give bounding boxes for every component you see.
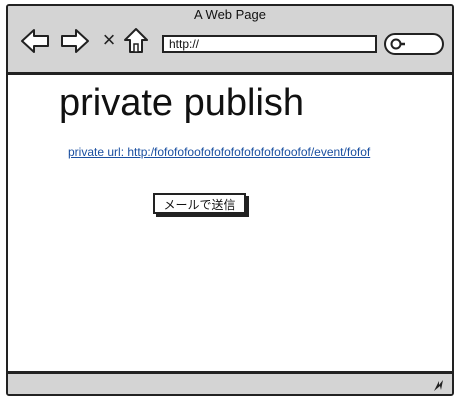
back-button[interactable] [20, 28, 50, 54]
search-input[interactable] [384, 33, 444, 55]
browser-window: A Web Page × http:// private publish pri… [6, 4, 454, 396]
browser-toolbar: A Web Page × http:// [8, 6, 452, 75]
resize-grip-icon[interactable] [430, 377, 446, 393]
send-by-email-button[interactable]: メールで送信 [153, 193, 246, 214]
url-input[interactable]: http:// [162, 35, 377, 53]
stop-button[interactable]: × [100, 26, 118, 54]
home-button[interactable] [122, 26, 150, 54]
window-title: A Web Page [193, 7, 267, 22]
right-arrow-icon [61, 29, 89, 53]
left-arrow-icon [21, 29, 49, 53]
forward-button[interactable] [60, 28, 90, 54]
status-bar [8, 371, 452, 394]
home-icon [124, 28, 148, 53]
private-url-link[interactable]: private url: http:/fofofofoofofofofofofo… [68, 145, 370, 159]
page-title: private publish [59, 82, 305, 124]
magnifier-icon [390, 38, 405, 50]
